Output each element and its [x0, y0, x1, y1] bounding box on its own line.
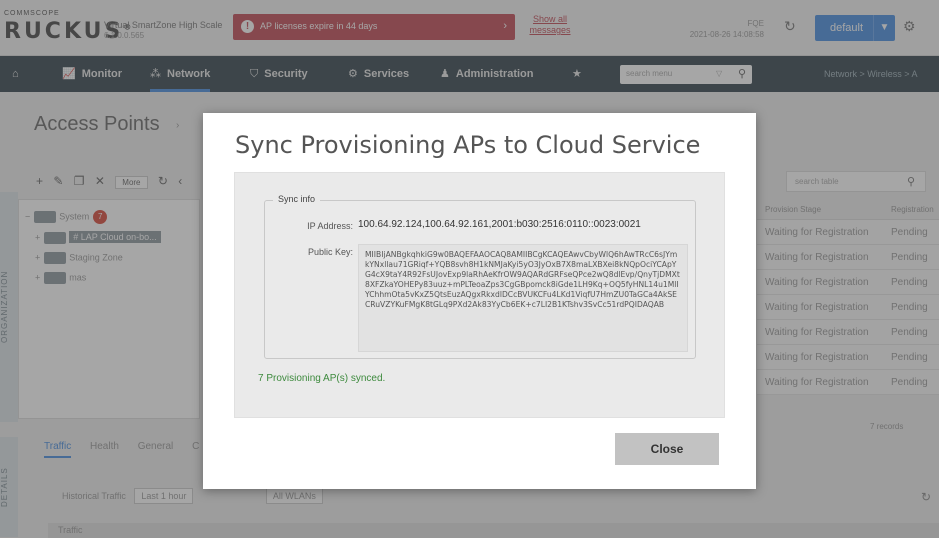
ip-address-label: IP Address:: [307, 221, 353, 231]
close-button[interactable]: Close: [615, 433, 719, 465]
public-key-label: Public Key:: [307, 247, 353, 257]
dialog-title: Sync Provisioning APs to Cloud Service: [235, 131, 701, 159]
sync-dialog: Sync Provisioning APs to Cloud Service S…: [203, 113, 756, 489]
sync-status-message: 7 Provisioning AP(s) synced.: [258, 373, 386, 384]
ip-address-value: 100.64.92.124,100.64.92.161,2001:b030:25…: [358, 219, 641, 230]
dialog-body: Sync info IP Address: 100.64.92.124,100.…: [234, 172, 725, 418]
sync-info-fieldset: Sync info IP Address: 100.64.92.124,100.…: [264, 194, 696, 359]
public-key-value: MIIBIjANBgkqhkiG9w0BAQEFAAOCAQ8AMIIBCgKC…: [358, 244, 688, 352]
sync-info-legend: Sync info: [273, 194, 321, 204]
